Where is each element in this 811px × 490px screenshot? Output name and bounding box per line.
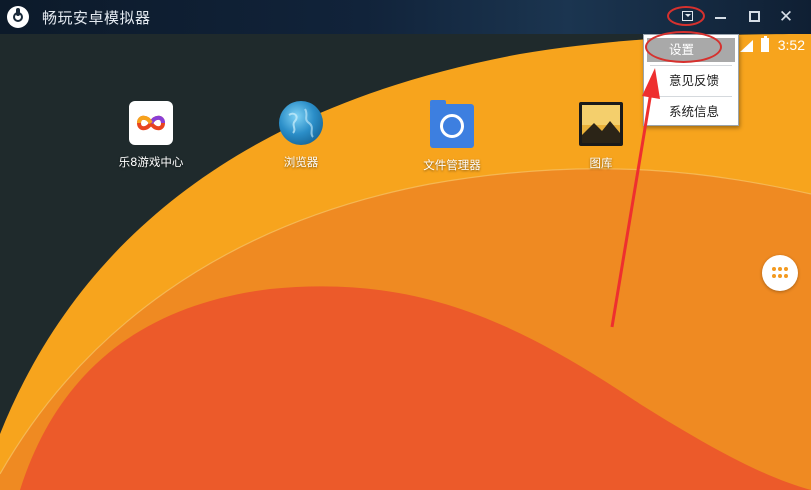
- app-browser[interactable]: 浏览器: [251, 101, 351, 170]
- app-le8-game-center[interactable]: 乐8游戏中心: [101, 101, 201, 170]
- app-label: 乐8游戏中心: [118, 155, 184, 169]
- dot: [784, 274, 788, 278]
- app-logo-icon: [7, 6, 29, 28]
- emulator-window: 畅玩安卓模拟器 ✕ 3:52 乐8游戏中心 浏览器 文件管理器 图库 设置 意见…: [0, 0, 811, 490]
- window-title: 畅玩安卓模拟器: [42, 9, 151, 27]
- dot: [778, 267, 782, 271]
- app-label: 图库: [589, 156, 613, 170]
- dot: [772, 274, 776, 278]
- highlight-ring-dropdown: [667, 6, 705, 26]
- app-label: 浏览器: [283, 155, 319, 169]
- dot: [784, 267, 788, 271]
- menu-item-system-info[interactable]: 系统信息: [644, 97, 738, 126]
- menu-item-feedback[interactable]: 意见反馈: [644, 66, 738, 95]
- dot: [772, 267, 776, 271]
- battery-icon: [761, 36, 769, 52]
- minimize-button[interactable]: [709, 6, 731, 28]
- app-label: 文件管理器: [423, 158, 481, 172]
- app-gallery[interactable]: 图库: [551, 102, 651, 171]
- gallery-icon: [579, 102, 623, 146]
- infinity-logo-icon: [129, 101, 173, 145]
- maximize-button[interactable]: [743, 6, 765, 28]
- clock: 3:52: [777, 37, 805, 53]
- folder-icon: [430, 100, 474, 148]
- highlight-ring-settings: [645, 31, 722, 63]
- signal-icon: [740, 40, 753, 52]
- all-apps-button[interactable]: [762, 255, 798, 291]
- dot: [778, 274, 782, 278]
- globe-icon: [279, 101, 323, 145]
- app-file-manager[interactable]: 文件管理器: [402, 100, 502, 173]
- title-bar[interactable]: 畅玩安卓模拟器 ✕: [0, 0, 811, 34]
- close-button[interactable]: ✕: [775, 6, 797, 28]
